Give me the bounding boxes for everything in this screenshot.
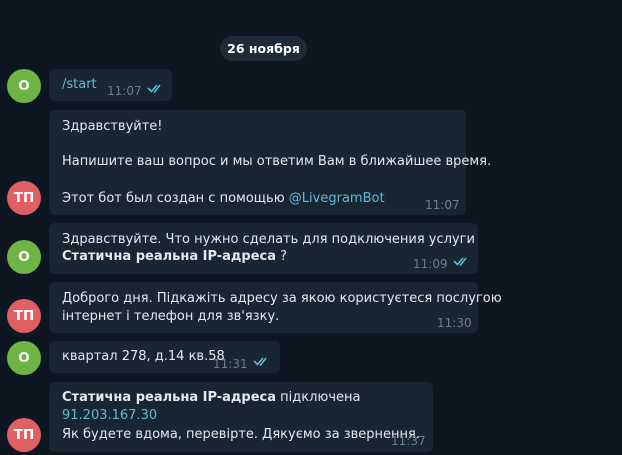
message-time: 11:37 [391, 434, 426, 448]
message-bubble: квартал 278, д.14 кв.58 11:31 [49, 341, 280, 373]
message-text: Напишите ваш вопрос и мы ответим Вам в б… [62, 154, 492, 169]
message-bubble: Доброго дня. Підкажіть адресу за якою ко… [49, 282, 502, 333]
message-bubble: Статична реальна IP-адреса підключена 91… [49, 382, 433, 452]
avatar[interactable]: ТП [7, 418, 41, 452]
message-bubble: Здравствуйте. Что нужно сделать для подк… [49, 223, 478, 274]
message-time: 11:07 [425, 198, 460, 212]
command-link[interactable]: /start [62, 76, 97, 94]
double-check-icon [453, 257, 467, 267]
service-suffix: ? [276, 249, 288, 264]
message-text: Доброго дня. Підкажіть адресу за якою ко… [62, 291, 502, 306]
service-name: Статична реальна IP-адреса [62, 390, 277, 405]
message-time: 11:07 [107, 84, 142, 98]
message-text: Як будете вдома, перевірте. Дякуємо за з… [62, 427, 421, 442]
message-text: Статична реальна IP-адреса підключена [62, 389, 361, 407]
message-bubble: Здравствуйте! Напишите ваш вопрос и мы о… [49, 110, 491, 215]
message-time: 11:30 [437, 316, 472, 330]
double-check-icon [147, 84, 161, 94]
message-bubble: /start 11:07 [49, 69, 172, 101]
service-suffix: підключена [276, 390, 361, 405]
avatar[interactable]: О [7, 240, 41, 274]
message-time: 11:09 [413, 257, 448, 271]
date-separator: 26 ноября [220, 36, 307, 61]
message-time: 11:31 [213, 357, 248, 371]
service-name: Статична реальна IP-адреса [62, 249, 277, 264]
livegram-bot-link[interactable]: @LivegramBot [289, 191, 385, 206]
message-text: Этот бот был создан с помощью @LivegramB… [62, 190, 385, 208]
double-check-icon [253, 357, 267, 367]
footer-prefix: Этот бот был создан с помощью [62, 191, 289, 206]
message-text: Здравствуйте. Что нужно сделать для подк… [62, 232, 475, 247]
ip-address-link[interactable]: 91.203.167.30 [62, 407, 157, 425]
avatar[interactable]: О [7, 341, 41, 375]
message-text: квартал 278, д.14 кв.58 [62, 349, 225, 364]
avatar[interactable]: О [7, 69, 41, 103]
message-text: Здравствуйте! [62, 119, 163, 134]
avatar[interactable]: ТП [7, 181, 41, 215]
avatar[interactable]: ТП [7, 299, 41, 333]
message-text: інтернет і телефон для зв'язку. [62, 309, 280, 324]
message-text: Статична реальна IP-адреса ? [62, 248, 287, 266]
